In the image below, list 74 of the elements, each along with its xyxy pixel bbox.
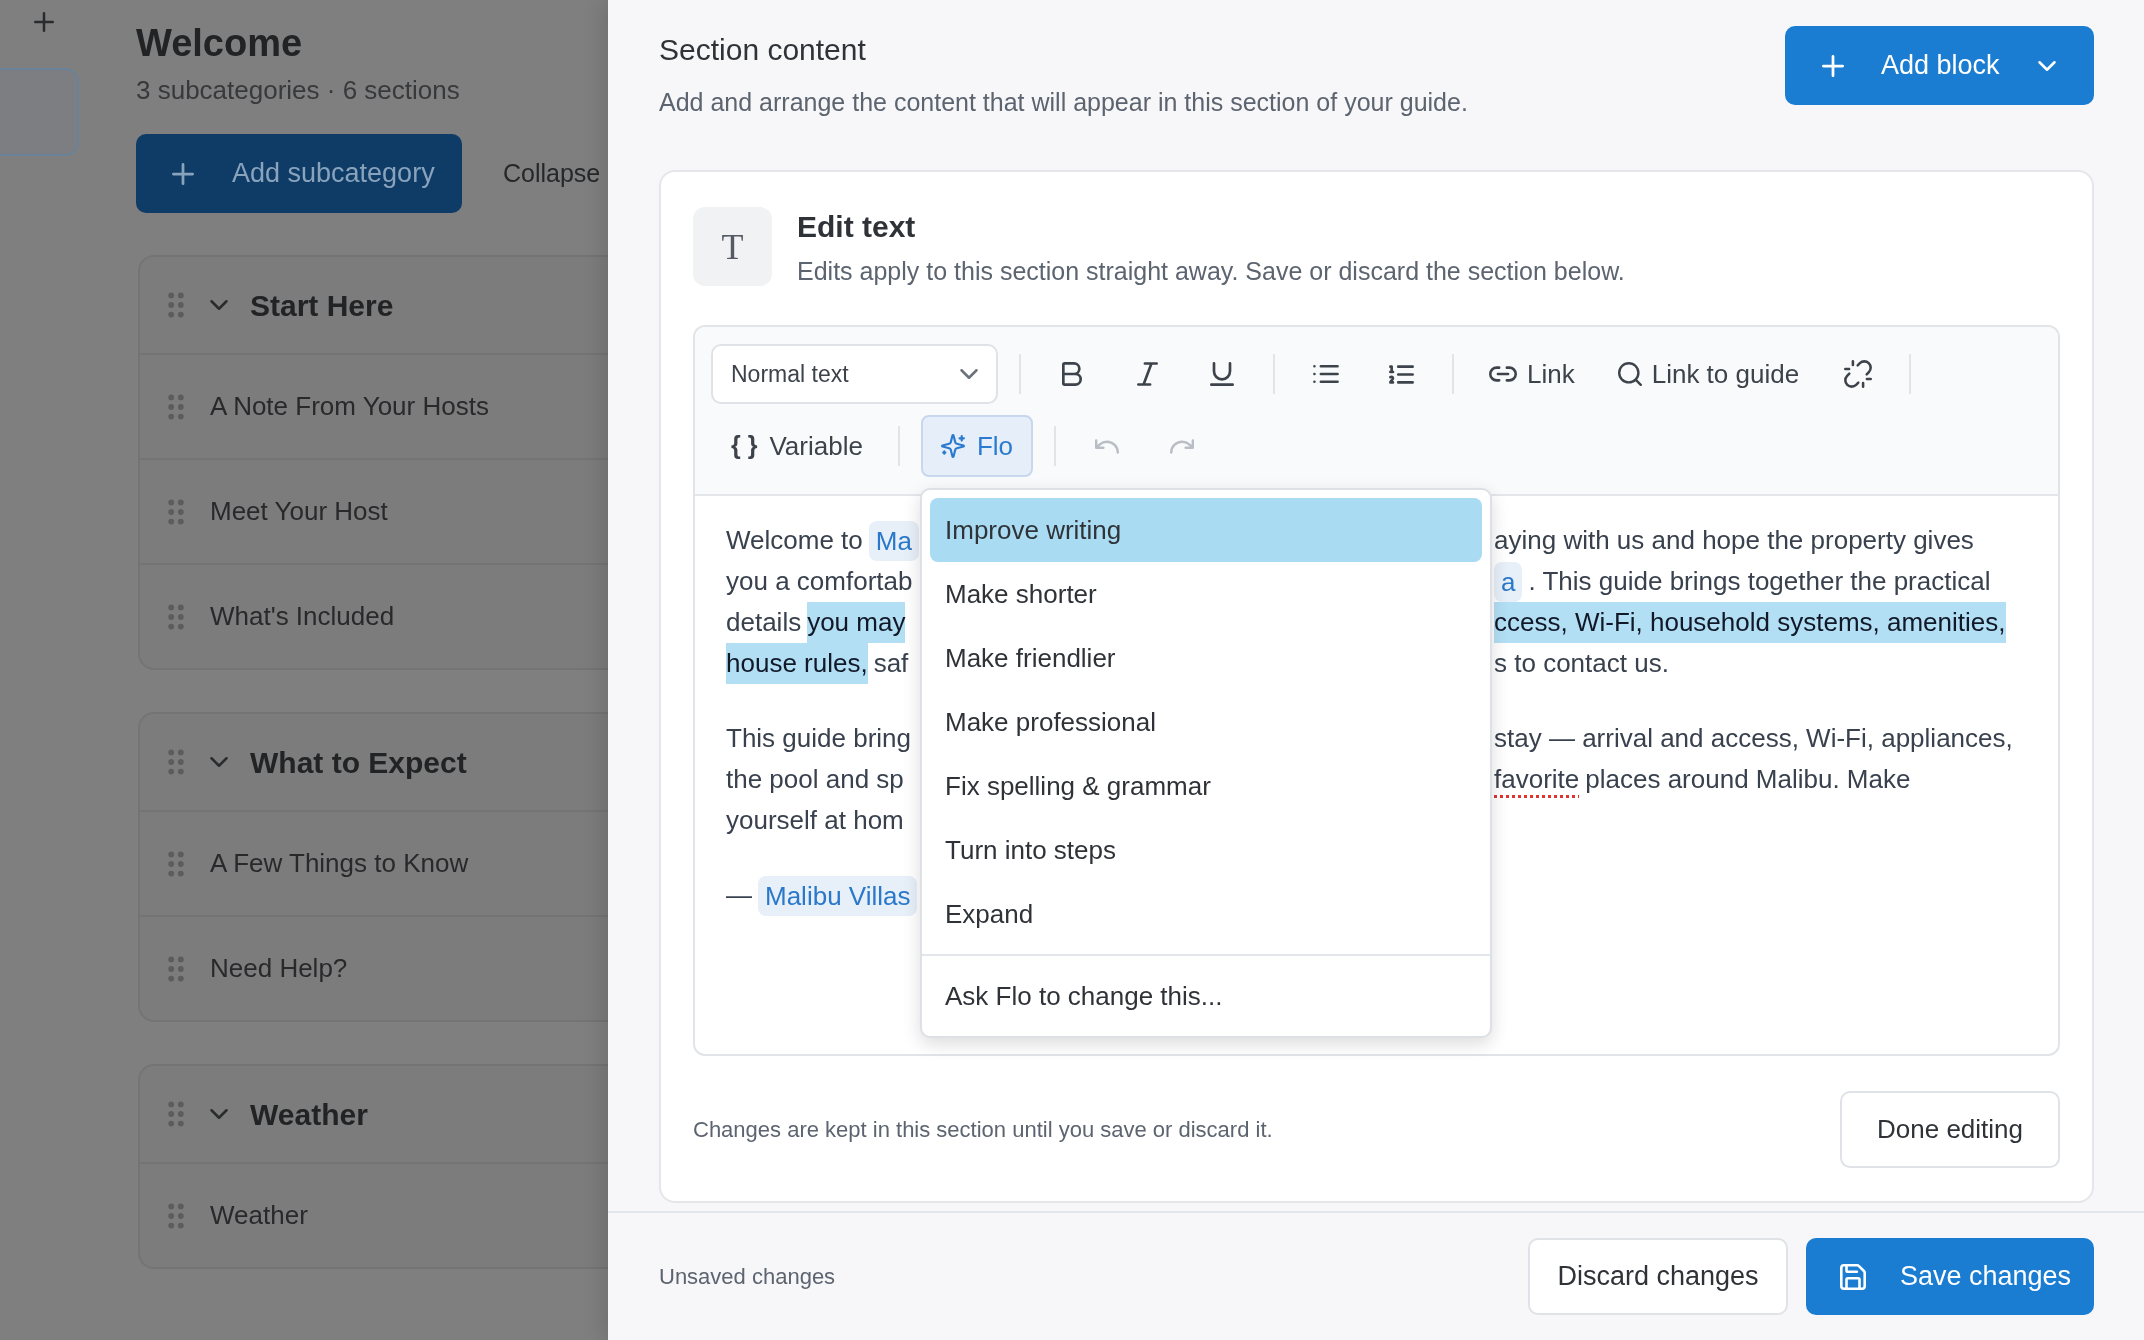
- menu-item[interactable]: Ask Flo to change this...: [930, 964, 1482, 1028]
- variable-chip: Ma: [868, 520, 919, 561]
- selected-text: house rules,: [726, 643, 868, 684]
- bold-icon: [1062, 362, 1082, 386]
- paragraph-text: the pool and sp: [726, 763, 904, 796]
- selected-text: you may: [807, 602, 906, 643]
- block-type-tile: T: [693, 207, 772, 286]
- paragraph-text: s to contact us.: [1494, 647, 1669, 680]
- subcategory-title[interactable]: What to Expect: [250, 739, 467, 785]
- paragraph-text: saf: [873, 647, 909, 680]
- panel-subtitle: Add and arrange the content that will appear in this section of your guide.: [659, 87, 1468, 118]
- chevron-down-icon: [960, 369, 978, 379]
- link-button[interactable]: Link: [1475, 344, 1589, 404]
- chevron-down-icon: [2038, 60, 2056, 71]
- variable-chip: a: [1494, 561, 1523, 602]
- paragraph-text: stay — arrival and access, Wi-Fi, appliances,: [1494, 722, 2013, 755]
- link-icon: [1489, 366, 1517, 382]
- save-status: Unsaved changes: [659, 1263, 836, 1291]
- search-icon: [1617, 362, 1642, 386]
- paragraph-text: Welcome to: [726, 524, 863, 557]
- selected-text: ccess, Wi-Fi, household systems, amenities,: [1494, 602, 2006, 643]
- done-editing-button[interactable]: Done editing: [1840, 1091, 2060, 1168]
- unlink-icon: [1844, 360, 1873, 388]
- paragraph-text: places around Malibu. Make: [1585, 763, 1911, 796]
- drag-handle-icon[interactable]: [168, 603, 184, 630]
- numbered-list-icon: [1388, 363, 1414, 385]
- save-icon: [1840, 1263, 1866, 1290]
- link-to-guide-button[interactable]: Link to guide: [1603, 344, 1814, 404]
- paragraph-text: aying with us and hope the property gives: [1494, 524, 1974, 557]
- block-subtitle: Edits apply to this section straight away. Save or discard the section below.: [797, 256, 1625, 287]
- sparkles-icon: [940, 434, 965, 458]
- panel-title: Section content: [659, 32, 867, 68]
- discard-changes-button[interactable]: Discard changes: [1528, 1238, 1788, 1315]
- paragraph-text: yourself at hom: [726, 804, 904, 837]
- subcategory-title[interactable]: Start Here: [250, 282, 394, 328]
- collapse-button[interactable]: Collapse: [503, 154, 601, 193]
- chevron-down-icon[interactable]: [210, 757, 228, 767]
- save-changes-button[interactable]: Save changes: [1806, 1238, 2094, 1315]
- menu-item[interactable]: Improve writing: [930, 498, 1482, 562]
- drag-handle-icon[interactable]: [168, 1202, 184, 1229]
- paragraph-text: details: [726, 606, 802, 639]
- paragraph-text: —: [726, 879, 752, 912]
- misspelled-word: favorite: [1494, 763, 1580, 796]
- paragraph-text: . This guide brings together the practical: [1528, 565, 1991, 598]
- text-style-dropdown[interactable]: Normal text: [711, 344, 998, 404]
- chevron-down-icon[interactable]: [210, 300, 228, 310]
- page-title: Welcome: [136, 21, 304, 66]
- block-title: Edit text: [797, 209, 917, 245]
- drag-handle-icon[interactable]: [168, 955, 184, 982]
- variable-chip: Malibu Villas: [758, 875, 918, 916]
- drag-handle-icon[interactable]: [168, 749, 184, 775]
- drag-handle-icon[interactable]: [168, 1101, 184, 1127]
- paragraph-text: This guide bring: [726, 722, 911, 755]
- add-icon[interactable]: [34, 12, 54, 32]
- plus-icon: [1822, 54, 1844, 77]
- bullet-list-icon: [1313, 365, 1339, 383]
- drag-handle-icon[interactable]: [168, 498, 184, 525]
- subcategory-title[interactable]: Weather: [250, 1091, 368, 1137]
- underline-icon: [1210, 362, 1234, 386]
- undo-icon: [1094, 438, 1119, 454]
- chevron-down-icon[interactable]: [210, 1109, 228, 1119]
- page-summary: 3 subcategories · 6 sections: [136, 74, 461, 106]
- plus-icon: [172, 162, 194, 185]
- add-block-button[interactable]: Add block: [1785, 26, 2094, 105]
- drag-handle-icon[interactable]: [168, 393, 184, 420]
- editor-note: Changes are kept in this section until you save or discard it.: [693, 1116, 1273, 1144]
- add-subcategory-button[interactable]: Add subcategory: [136, 134, 462, 213]
- paragraph-text: you a comfortab: [726, 565, 913, 598]
- italic-icon: [1136, 362, 1158, 386]
- redo-icon: [1169, 438, 1194, 454]
- variable-button[interactable]: { } Variable: [711, 416, 877, 476]
- flo-button[interactable]: Flo: [920, 415, 1033, 477]
- drag-handle-icon[interactable]: [168, 850, 184, 877]
- drag-handle-icon[interactable]: [168, 292, 184, 318]
